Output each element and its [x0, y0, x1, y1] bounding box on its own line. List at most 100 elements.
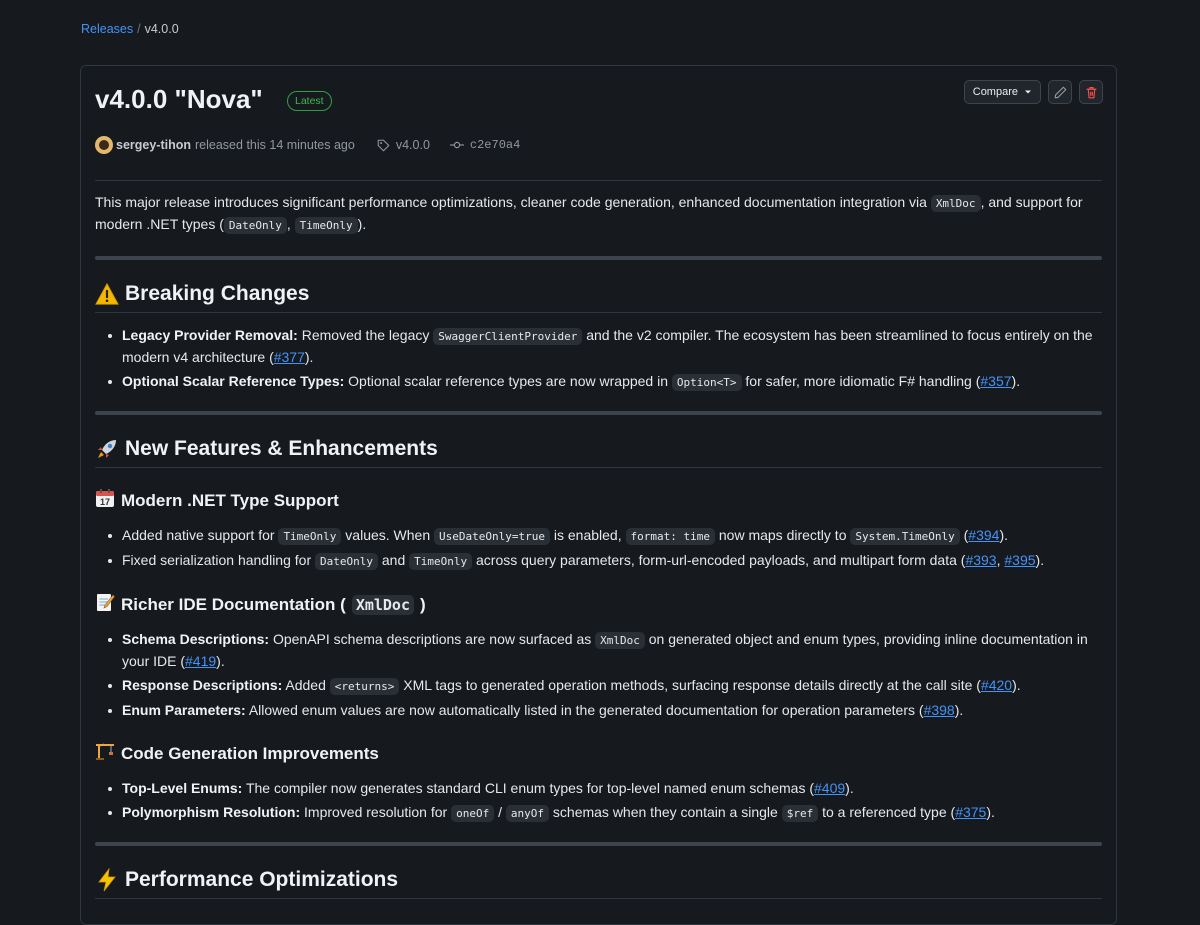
commit-link[interactable]: c2e70a4 — [449, 138, 521, 152]
ide-docs-heading: Richer IDE Documentation (XmlDoc) — [95, 592, 1102, 617]
item-title: Response Descriptions: — [122, 677, 283, 693]
text: is enabled, — [550, 527, 626, 543]
item-title: Polymorphism Resolution: — [122, 804, 301, 820]
code: SwaggerClientProvider — [433, 328, 583, 345]
trash-icon — [1086, 86, 1096, 98]
code: UseDateOnly=true — [434, 528, 550, 545]
intro-paragraph: This major release introduces significan… — [95, 192, 1102, 236]
codegen-list: Top-Level Enums: The compiler now genera… — [95, 778, 1102, 824]
code: oneOf — [451, 805, 495, 822]
code: anyOf — [505, 805, 550, 822]
breadcrumb-separator: / — [137, 22, 141, 36]
text: for safer, more idiomatic F# handling ( — [741, 373, 981, 389]
breadcrumb-releases-link[interactable]: Releases — [81, 22, 133, 36]
heading-text: Code Generation Improvements — [121, 743, 379, 763]
compare-label: Compare — [972, 86, 1018, 98]
text: / — [494, 804, 506, 820]
released-text: released this 14 minutes ago — [195, 138, 355, 152]
crane-icon — [95, 741, 115, 766]
commit-hash: c2e70a4 — [469, 138, 521, 152]
item-title: Legacy Provider Removal: — [122, 327, 298, 343]
code: Option<T> — [671, 374, 742, 391]
commit-icon — [449, 141, 464, 149]
breaking-changes-heading: Breaking Changes — [95, 260, 1102, 313]
code: XmlDoc — [930, 195, 981, 212]
ide-docs-list: Schema Descriptions: OpenAPI schema desc… — [95, 629, 1102, 721]
issue-link[interactable]: #395 — [1004, 552, 1035, 568]
text: to a referenced type ( — [818, 804, 956, 820]
list-item: Response Descriptions: Added <returns> X… — [108, 675, 1102, 697]
text: Improved resolution for — [300, 804, 452, 820]
author-link[interactable]: sergey-tihon — [116, 138, 191, 152]
release-title: v4.0.0 "Nova" — [95, 84, 263, 114]
item-title: Top-Level Enums: — [122, 780, 243, 796]
issue-link[interactable]: #377 — [274, 349, 305, 365]
list-item: Optional Scalar Reference Types: Optiona… — [108, 371, 1102, 393]
release-notes: This major release introduces significan… — [95, 192, 1102, 899]
issue-link[interactable]: #409 — [814, 780, 845, 796]
release-actions: Compare — [963, 80, 1103, 104]
tag-icon — [377, 139, 390, 151]
caret-down-icon — [1025, 90, 1031, 94]
text: ( — [959, 527, 969, 543]
warning-icon — [95, 282, 119, 306]
text: ). — [845, 780, 854, 796]
code: DateOnly — [315, 553, 378, 570]
list-item: Top-Level Enums: The compiler now genera… — [108, 778, 1102, 799]
text: ). — [954, 702, 964, 718]
text: now maps directly to — [714, 527, 851, 543]
text: and — [377, 552, 410, 568]
rocket-icon — [95, 437, 119, 461]
code: TimeOnly — [294, 217, 358, 234]
text: , — [286, 216, 295, 232]
compare-button[interactable]: Compare — [963, 80, 1041, 104]
text: Added native support for — [122, 527, 279, 543]
text: Allowed enum values are now automaticall… — [245, 702, 924, 718]
divider — [95, 180, 1102, 181]
heading-text: Richer IDE Documentation ( — [121, 594, 346, 614]
heading-text: New Features & Enhancements — [125, 437, 438, 460]
heading-text: ) — [420, 594, 426, 614]
text: Added — [282, 677, 330, 693]
list-item: Schema Descriptions: OpenAPI schema desc… — [108, 629, 1102, 672]
avatar[interactable] — [95, 136, 113, 154]
code: <returns> — [329, 678, 400, 695]
edit-button[interactable] — [1048, 80, 1072, 104]
list-item: Enum Parameters: Allowed enum values are… — [108, 700, 1102, 721]
modern-types-list: Added native support for TimeOnly values… — [95, 525, 1102, 572]
issue-link[interactable]: #393 — [965, 552, 996, 568]
text: Removed the legacy — [297, 327, 434, 343]
issue-link[interactable]: #375 — [955, 804, 986, 820]
list-item: Added native support for TimeOnly values… — [108, 525, 1102, 547]
issue-link[interactable]: #398 — [924, 702, 955, 718]
text: schemas when they contain a single — [549, 804, 782, 820]
release-meta: sergey-tihon released this 14 minutes ag… — [95, 136, 520, 154]
delete-button[interactable] — [1079, 80, 1103, 104]
text: The compiler now generates standard CLI … — [242, 780, 815, 796]
issue-link[interactable]: #419 — [185, 653, 216, 669]
text: XML tags to generated operation methods,… — [399, 677, 981, 693]
tag-link[interactable]: v4.0.0 — [377, 138, 430, 152]
list-item: Fixed serialization handling for DateOnl… — [108, 550, 1102, 572]
issue-link[interactable]: #357 — [980, 373, 1011, 389]
text: OpenAPI schema descriptions are now surf… — [269, 631, 596, 647]
list-item: Legacy Provider Removal: Removed the leg… — [108, 325, 1102, 368]
list-item: Polymorphism Resolution: Improved resolu… — [108, 802, 1102, 824]
item-title: Optional Scalar Reference Types: — [122, 373, 345, 389]
code: System.TimeOnly — [850, 528, 960, 545]
features-heading: New Features & Enhancements — [95, 415, 1102, 468]
text: ). — [986, 804, 995, 820]
lightning-icon — [95, 868, 119, 892]
issue-link[interactable]: #394 — [968, 527, 999, 543]
text: values. When — [341, 527, 435, 543]
performance-heading: Performance Optimizations — [95, 846, 1102, 899]
svg-text:17: 17 — [100, 497, 110, 507]
text: ). — [357, 216, 367, 232]
text: ). — [304, 349, 314, 365]
code: $ref — [781, 805, 819, 822]
text: Fixed serialization handling for — [122, 552, 315, 568]
text: ). — [1035, 552, 1045, 568]
tag-label: v4.0.0 — [395, 138, 430, 152]
code: XmlDoc — [595, 632, 645, 649]
issue-link[interactable]: #420 — [981, 677, 1012, 693]
